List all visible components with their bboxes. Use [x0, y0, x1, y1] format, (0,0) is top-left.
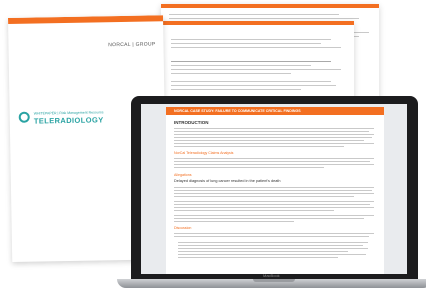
- screen-document: NORCAL CASE STUDY: FAILURE TO COMMUNICAT…: [166, 107, 384, 274]
- laptop-brand-label: MacBook: [263, 273, 280, 278]
- doc-subheading-allegations: Allegations: [174, 173, 192, 177]
- doc-heading-introduction: INTRODUCTION: [174, 120, 209, 125]
- doc-header-title: NORCAL CASE STUDY: FAILURE TO COMMUNICAT…: [174, 108, 301, 113]
- cover-logo-icon: [18, 111, 30, 123]
- doc-allegation-text: Delayed diagnosis of lung cancer resulte…: [174, 179, 281, 183]
- back-page-header-bar: [161, 4, 379, 8]
- doc-subheading-claims-analysis: NorCal Teleradiology Claims Analysis: [174, 151, 234, 155]
- laptop-screen: NORCAL CASE STUDY: FAILURE TO COMMUNICAT…: [141, 104, 407, 274]
- cover-brand: NORCAL | GROUP: [108, 41, 156, 49]
- doc-subheading-discussion: Discussion: [174, 226, 192, 230]
- middle-page-header-bar: [141, 21, 354, 25]
- cover-title: TELERADIOLOGY: [33, 115, 104, 126]
- laptop-notch: [253, 279, 295, 282]
- cover-header-bar: [8, 15, 164, 24]
